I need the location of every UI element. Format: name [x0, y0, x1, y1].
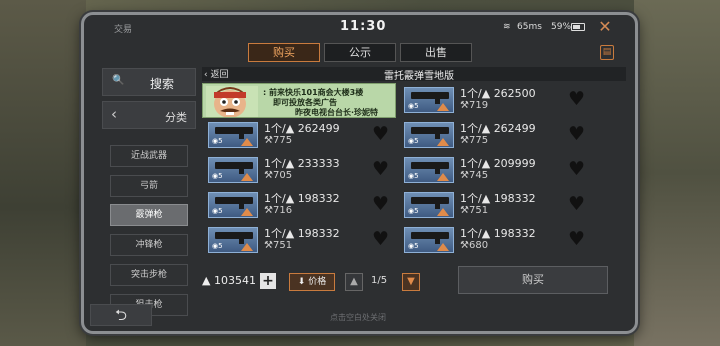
- trade-window: 交易 11:30 ≋ 65ms 59% ✕ 购买 公示 出售 ▤ 🔍 搜索 ‹ …: [81, 12, 638, 334]
- shotgun-icon: ◉5: [404, 87, 454, 113]
- favorite-heart-icon[interactable]: ♥: [568, 230, 585, 249]
- favorite-heart-icon[interactable]: ♥: [372, 230, 389, 249]
- tab-notice[interactable]: 公示: [324, 43, 396, 62]
- listing-qty: 1个/▲ 198332: [460, 192, 536, 205]
- app-title: 交易: [114, 25, 133, 35]
- background-right: [634, 0, 720, 346]
- listing-sub: ⚒775: [460, 135, 489, 146]
- listing-item[interactable]: ◉5 1个/▲ 198332 ⚒716 ♥: [208, 189, 402, 220]
- listing-qty: 1个/▲ 198332: [460, 227, 536, 240]
- listing-item[interactable]: ◉5 1个/▲ 198332 ⚒751 ♥: [404, 189, 598, 220]
- listing-sub: ⚒745: [460, 170, 489, 181]
- return-button[interactable]: ⮌: [90, 304, 152, 326]
- favorite-heart-icon[interactable]: ♥: [568, 125, 585, 144]
- listing-item[interactable]: ◉5 1个/▲ 209999 ⚒745 ♥: [404, 154, 598, 185]
- listing-qty: 1个/▲ 262499: [264, 122, 340, 135]
- back-label: 返回: [210, 70, 229, 80]
- currency-balance: ▲ 103541: [202, 274, 256, 287]
- listing-sub: ⚒751: [460, 205, 489, 216]
- ad-banner[interactable]: : 前来快乐101商会大楼3楼 即可投放各类广告 昨夜电视台台长·珍妮特: [202, 83, 396, 118]
- favorite-heart-icon[interactable]: ♥: [372, 160, 389, 179]
- listing-sub: ⚒680: [460, 240, 489, 251]
- search-label: 搜索: [150, 77, 175, 91]
- category-melee[interactable]: 近战武器: [110, 145, 188, 167]
- shotgun-icon: ◉5: [208, 157, 258, 183]
- shotgun-icon: ◉5: [208, 227, 258, 253]
- buy-button[interactable]: 购买: [458, 266, 608, 294]
- close-icon[interactable]: ✕: [596, 18, 614, 36]
- listing-sub: ⚒705: [264, 170, 293, 181]
- battery-label: 59%: [551, 22, 572, 32]
- category-label: 分类: [165, 111, 187, 124]
- item-title: 雷托霰弹雪地版: [384, 71, 454, 82]
- favorite-heart-icon[interactable]: ♥: [372, 195, 389, 214]
- listing-qty: 1个/▲ 198332: [264, 192, 340, 205]
- page-up-button[interactable]: ▲: [345, 273, 363, 291]
- ad-mascot: [206, 86, 258, 117]
- listing-item[interactable]: ◉5 1个/▲ 198332 ⚒680 ♥: [404, 224, 598, 255]
- close-hint: 点击空白处关闭: [330, 313, 386, 322]
- listing-sub: ⚒775: [264, 135, 293, 146]
- listing-header: ‹ 返回 雷托霰弹雪地版: [202, 67, 626, 82]
- listing-sub: ⚒716: [264, 205, 293, 216]
- listing-item[interactable]: ◉5 1个/▲ 262499 ⚒775 ♥: [208, 119, 402, 150]
- wifi-icon: ≋: [503, 22, 511, 32]
- listing-qty: 1个/▲ 262500: [460, 87, 536, 100]
- tab-bar: 购买 公示 出售: [248, 43, 472, 62]
- listing-item[interactable]: ◉5 1个/▲ 262500 ⚒719 ♥: [404, 84, 598, 115]
- listing-qty: 1个/▲ 262499: [460, 122, 536, 135]
- listing-sub: ⚒719: [460, 100, 489, 111]
- listing-item[interactable]: ◉5 1个/▲ 262499 ⚒775 ♥: [404, 119, 598, 150]
- listing-panel: ‹ 返回 雷托霰弹雪地版 : 前来快乐101商会大楼3楼 即可投放各类广告 昨夜…: [202, 67, 626, 272]
- clipboard-icon[interactable]: ▤: [600, 45, 614, 60]
- battery-icon: [571, 23, 585, 31]
- shotgun-icon: ◉5: [404, 227, 454, 253]
- clock: 11:30: [340, 19, 387, 34]
- page-indicator: 1/5: [371, 275, 388, 286]
- tab-buy[interactable]: 购买: [248, 43, 320, 62]
- search-icon: 🔍: [112, 75, 125, 86]
- shotgun-icon: ◉5: [404, 157, 454, 183]
- listing-qty: 1个/▲ 198332: [264, 227, 340, 240]
- listing-item[interactable]: ◉5 1个/▲ 233333 ⚒705 ♥: [208, 154, 402, 185]
- ping-label: 65ms: [517, 22, 542, 32]
- shotgun-icon: ◉5: [404, 192, 454, 218]
- bottom-bar: ▲ 103541 + ⬇ 价格 ▲ 1/5 ▼ 购买: [202, 266, 626, 298]
- category-toggle[interactable]: ‹ 分类: [102, 101, 196, 129]
- status-bar: 交易 11:30 ≋ 65ms 59% ✕: [84, 15, 635, 39]
- back-button[interactable]: ‹ 返回: [204, 67, 228, 80]
- background-left: [0, 0, 86, 346]
- ad-line-3: 昨夜电视台台长·珍妮特: [295, 108, 379, 117]
- shotgun-icon: ◉5: [208, 192, 258, 218]
- search-button[interactable]: 🔍 搜索: [102, 68, 196, 96]
- favorite-heart-icon[interactable]: ♥: [568, 160, 585, 179]
- category-smg[interactable]: 冲锋枪: [110, 234, 188, 256]
- favorite-heart-icon[interactable]: ♥: [568, 195, 585, 214]
- favorite-heart-icon[interactable]: ♥: [372, 125, 389, 144]
- listing-item[interactable]: ◉5 1个/▲ 198332 ⚒751 ♥: [208, 224, 402, 255]
- price-sort-button[interactable]: ⬇ 价格: [289, 273, 335, 291]
- category-shotgun[interactable]: 霰弹枪: [110, 204, 188, 226]
- category-bow[interactable]: 弓箭: [110, 175, 188, 197]
- shotgun-icon: ◉5: [208, 122, 258, 148]
- category-assault-rifle[interactable]: 突击步枪: [110, 264, 188, 286]
- shotgun-icon: ◉5: [404, 122, 454, 148]
- page-down-button[interactable]: ▼: [402, 273, 420, 291]
- tab-sell[interactable]: 出售: [400, 43, 472, 62]
- favorite-heart-icon[interactable]: ♥: [568, 90, 585, 109]
- add-currency-button[interactable]: +: [260, 273, 276, 289]
- listing-qty: 1个/▲ 233333: [264, 157, 340, 170]
- listing-sub: ⚒751: [264, 240, 293, 251]
- listing-qty: 1个/▲ 209999: [460, 157, 536, 170]
- chevron-left-icon: ‹: [111, 105, 117, 123]
